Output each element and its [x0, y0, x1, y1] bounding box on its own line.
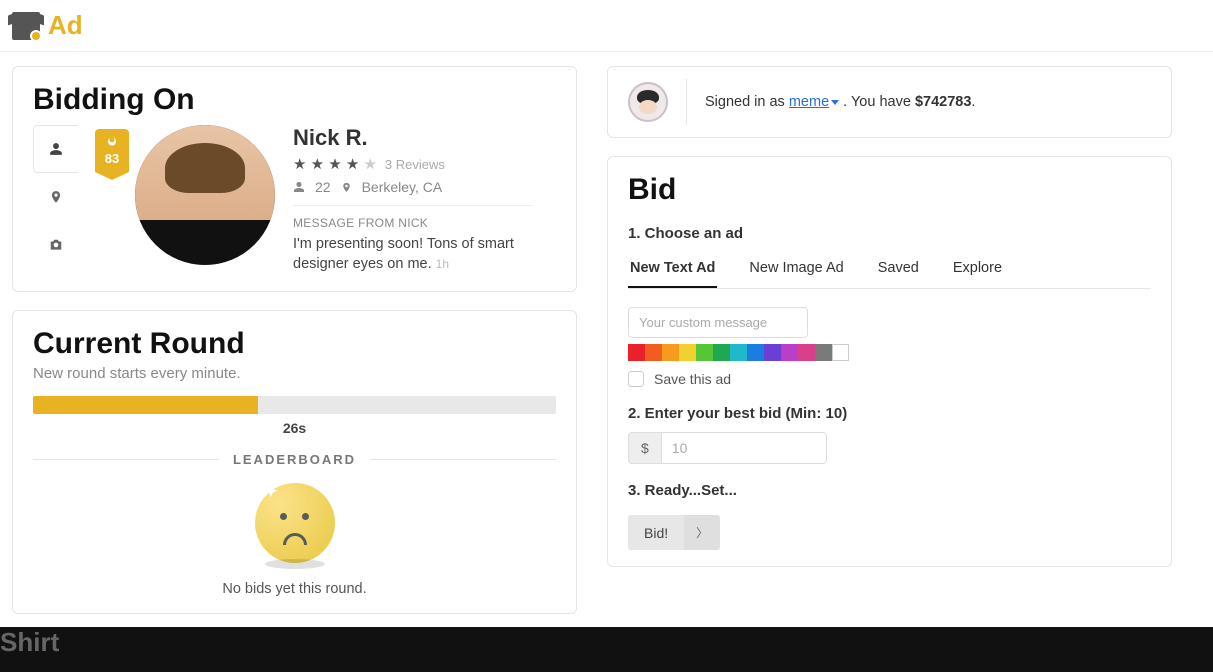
- reviews-count: 3 Reviews: [385, 157, 445, 172]
- heat-badge: 83: [95, 129, 129, 172]
- signin-prefix: Signed in as: [705, 94, 785, 110]
- heat-score: 83: [95, 151, 129, 166]
- color-swatch[interactable]: [798, 344, 815, 361]
- save-ad-label: Save this ad: [654, 371, 731, 387]
- tab-location[interactable]: [33, 173, 79, 221]
- location-icon: [49, 190, 63, 204]
- chevron-down-icon[interactable]: [831, 100, 839, 105]
- color-swatch[interactable]: [764, 344, 781, 361]
- bid-button-label: Bid!: [628, 516, 684, 550]
- color-swatch[interactable]: [679, 344, 696, 361]
- color-swatch[interactable]: [662, 344, 679, 361]
- tab-saved[interactable]: Saved: [876, 252, 921, 288]
- user-balance: $742783: [915, 94, 971, 110]
- signin-suffix: .: [971, 94, 975, 110]
- bidding-on-panel: Bidding On: [12, 66, 577, 292]
- message-body: I'm presenting soon! Tons of smart desig…: [293, 236, 514, 272]
- seller-avatar: [135, 125, 275, 265]
- color-swatch[interactable]: [696, 344, 713, 361]
- tab-new-image-ad[interactable]: New Image Ad: [747, 252, 845, 288]
- chevron-right-icon: 〉: [684, 515, 720, 550]
- bid-amount-input[interactable]: [661, 432, 827, 464]
- message-text: I'm presenting soon! Tons of smart desig…: [293, 234, 533, 275]
- signin-mid: . You have: [843, 94, 911, 110]
- message-time: 1h: [436, 257, 449, 271]
- person-icon: [49, 142, 63, 156]
- sad-coin-icon: ✦: [255, 483, 335, 563]
- custom-message-input[interactable]: [628, 307, 808, 338]
- currency-symbol: $: [628, 432, 661, 464]
- leaderboard-label: LEADERBOARD: [233, 452, 356, 467]
- round-title: Current Round: [33, 327, 556, 361]
- bid-title: Bid: [628, 173, 1151, 207]
- bidding-on-title: Bidding On: [33, 83, 556, 117]
- round-progress: [33, 396, 556, 414]
- brand-suffix: Shirt: [0, 627, 1213, 672]
- round-subtitle: New round starts every minute.: [33, 365, 556, 382]
- step2-label: 2. Enter your best bid (Min: 10): [628, 405, 1151, 422]
- signin-panel: Signed in as meme . You have $742783.: [607, 66, 1172, 138]
- logo-icon: [12, 12, 40, 40]
- color-swatch[interactable]: [815, 344, 832, 361]
- brand: AdShirt: [48, 10, 83, 41]
- profile-tabs: [33, 125, 79, 275]
- flame-icon: [104, 133, 120, 149]
- color-swatch[interactable]: [781, 344, 798, 361]
- color-swatches: [628, 344, 849, 361]
- current-round-panel: Current Round New round starts every min…: [12, 310, 577, 614]
- location-small-icon: [341, 181, 352, 194]
- step1-label: 1. Choose an ad: [628, 225, 1151, 242]
- rating: ★ ★ ★ ★ ★ 3 Reviews: [293, 155, 533, 173]
- round-timer: 26s: [33, 420, 556, 436]
- color-swatch[interactable]: [832, 344, 849, 361]
- brand-prefix: Ad: [48, 10, 83, 40]
- color-swatch[interactable]: [747, 344, 764, 361]
- camera-icon: [48, 238, 64, 252]
- profile-content: 83 Nick R. ★ ★ ★ ★ ★ 3 Reviews: [95, 125, 533, 275]
- color-swatch[interactable]: [713, 344, 730, 361]
- tab-new-text-ad[interactable]: New Text Ad: [628, 252, 717, 288]
- person-small-icon: [293, 181, 305, 193]
- tab-person[interactable]: [33, 125, 79, 173]
- ad-tabs: New Text Ad New Image Ad Saved Explore: [628, 252, 1151, 289]
- message-label: MESSAGE FROM NICK: [293, 216, 533, 230]
- step3-label: 3. Ready...Set...: [628, 482, 1151, 499]
- star-icon: ★ ★ ★ ★ ★: [293, 155, 377, 173]
- seller-location: Berkeley, CA: [362, 179, 443, 195]
- color-swatch[interactable]: [730, 344, 747, 361]
- user-avatar: [628, 82, 668, 122]
- color-swatch[interactable]: [645, 344, 662, 361]
- round-progress-fill: [33, 396, 258, 414]
- bid-panel: Bid 1. Choose an ad New Text Ad New Imag…: [607, 156, 1172, 567]
- seller-name: Nick R.: [293, 125, 533, 151]
- color-swatch[interactable]: [628, 344, 645, 361]
- topbar: AdShirt: [0, 0, 1213, 52]
- signin-text: Signed in as meme . You have $742783.: [705, 94, 975, 110]
- tab-photo[interactable]: [33, 221, 79, 269]
- save-ad-checkbox[interactable]: [628, 371, 644, 387]
- no-bids-text: No bids yet this round.: [33, 581, 556, 597]
- tab-explore[interactable]: Explore: [951, 252, 1004, 288]
- user-link[interactable]: meme: [789, 94, 829, 110]
- bid-button[interactable]: Bid! 〉: [628, 515, 720, 550]
- seller-age: 22: [315, 179, 331, 195]
